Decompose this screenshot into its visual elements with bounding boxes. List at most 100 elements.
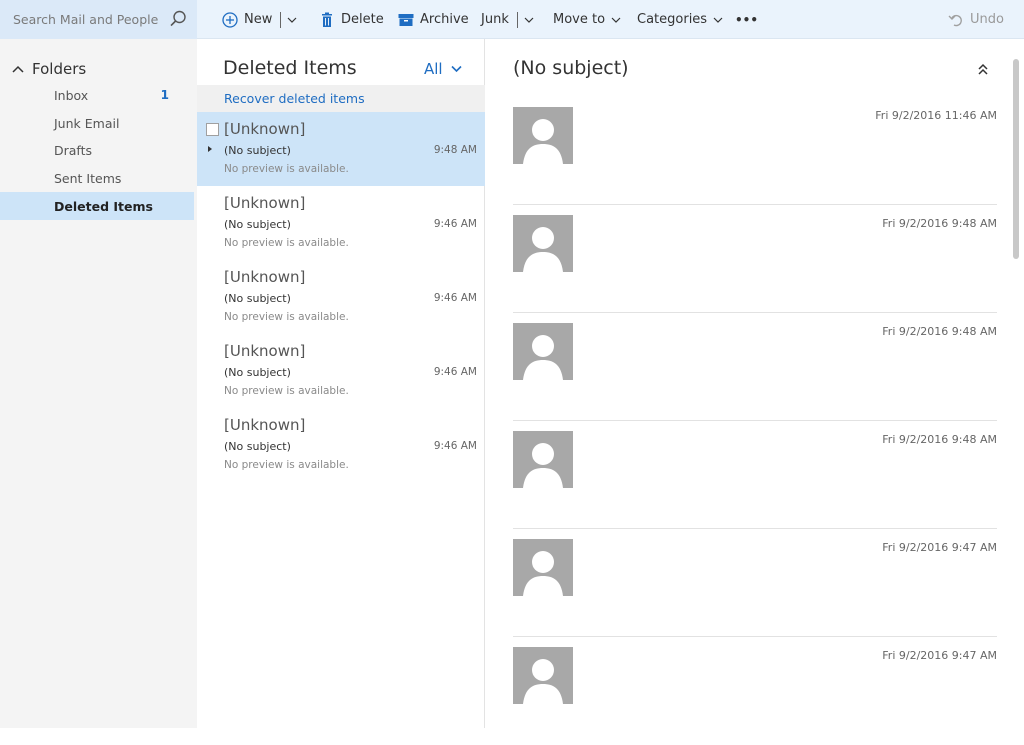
message-date: Fri 9/2/2016 9:47 AM [882,541,997,554]
message-date: Fri 9/2/2016 9:48 AM [882,325,997,338]
conversation-item[interactable]: Fri 9/2/2016 11:46 AM [513,97,997,205]
archive-button[interactable]: Archive [398,0,469,39]
move-to-label: Move to [553,12,606,27]
message-subject: (No subject) [224,440,291,453]
message-date: Fri 9/2/2016 9:48 AM [882,433,997,446]
message-item[interactable]: [Unknown] (No subject) 9:46 AM No previe… [197,186,485,260]
command-bar: Search Mail and People New Delete Archiv… [0,0,1024,39]
person-icon [523,551,563,596]
person-icon [523,227,563,272]
message-subject: (No subject) [224,218,291,231]
chevron-down-icon [451,65,462,73]
list-title: Deleted Items [223,57,357,79]
message-sender: [Unknown] [224,342,306,360]
message-date: Fri 9/2/2016 11:46 AM [875,109,997,122]
avatar [513,107,573,164]
delete-label: Delete [341,12,384,27]
recover-deleted-items-link[interactable]: Recover deleted items [197,85,485,112]
collapse-all-icon[interactable] [976,63,990,77]
sidebar-item-label: Drafts [54,142,93,158]
message-preview: No preview is available. [224,311,349,323]
message-list: Deleted Items All Recover deleted items … [197,39,485,728]
chevron-down-icon [713,17,723,23]
scrollbar[interactable] [1013,59,1019,259]
message-subject: (No subject) [224,292,291,305]
avatar [513,539,573,596]
unread-count-badge: 1 [160,88,169,102]
message-item[interactable]: [Unknown] (No subject) 9:46 AM No previe… [197,334,485,408]
message-item[interactable]: [Unknown] (No subject) 9:46 AM No previe… [197,260,485,334]
trash-icon [322,12,332,27]
sidebar-item-inbox[interactable]: Inbox 1 [0,81,194,109]
chevron-up-icon [12,65,24,73]
delete-button[interactable]: Delete [319,0,384,39]
undo-icon [948,14,962,26]
avatar [513,431,573,488]
message-time: 9:48 AM [433,144,477,156]
new-label: New [244,12,273,27]
search-icon[interactable] [169,10,187,28]
person-icon [523,443,563,488]
avatar [513,215,573,272]
message-subject: (No subject) [224,366,291,379]
message-preview: No preview is available. [224,237,349,249]
search-input[interactable]: Search Mail and People [13,12,158,27]
chevron-down-icon[interactable] [524,15,534,25]
expand-arrow-icon[interactable] [208,146,212,152]
person-icon [523,119,563,164]
sidebar-item-drafts[interactable]: Drafts [0,136,194,164]
person-icon [523,335,563,380]
message-time: 9:46 AM [433,218,477,230]
message-sender: [Unknown] [224,268,306,286]
conversation-item[interactable]: Fri 9/2/2016 9:48 AM [513,205,997,313]
folder-pane: Folders Inbox 1 Junk Email Drafts Sent I… [0,39,197,728]
sidebar-item-label: Deleted Items [54,198,153,214]
message-sender: [Unknown] [224,416,306,434]
select-checkbox[interactable] [206,123,219,136]
message-date: Fri 9/2/2016 9:47 AM [882,649,997,662]
sidebar-item-sent-items[interactable]: Sent Items [0,164,194,192]
message-preview: No preview is available. [224,385,349,397]
chevron-down-icon [611,17,621,23]
avatar [513,647,573,704]
categories-button[interactable]: Categories [637,0,723,39]
sidebar-item-label: Sent Items [54,170,122,186]
separator [280,11,282,28]
filter-label: All [424,60,443,78]
junk-button[interactable]: Junk [481,0,534,39]
conversation-subject: (No subject) [513,57,629,79]
undo-label: Undo [970,12,1004,27]
sidebar-item-deleted-items[interactable]: Deleted Items [0,192,194,220]
message-item[interactable]: [Unknown] (No subject) 9:48 AM No previe… [197,112,485,186]
conversation-item[interactable]: Fri 9/2/2016 9:48 AM [513,313,997,421]
conversation-item[interactable]: Fri 9/2/2016 9:48 AM [513,421,997,529]
message-time: 9:46 AM [433,440,477,452]
conversation-item[interactable]: Fri 9/2/2016 9:47 AM [513,637,997,745]
chevron-down-icon[interactable] [287,15,297,25]
folders-header-label: Folders [32,60,87,78]
message-preview: No preview is available. [224,459,349,471]
message-time: 9:46 AM [433,292,477,304]
sidebar-item-label: Junk Email [54,115,120,131]
message-time: 9:46 AM [433,366,477,378]
archive-label: Archive [420,12,469,27]
junk-label: Junk [481,12,509,27]
new-button[interactable]: New [222,0,297,39]
message-subject: (No subject) [224,144,291,157]
undo-button[interactable]: Undo [948,0,1004,39]
categories-label: Categories [637,12,708,27]
separator [516,11,518,28]
message-preview: No preview is available. [224,163,349,175]
message-date: Fri 9/2/2016 9:48 AM [882,217,997,230]
move-to-button[interactable]: Move to [553,0,621,39]
conversation-item[interactable]: Fri 9/2/2016 9:47 AM [513,529,997,637]
message-item[interactable]: [Unknown] (No subject) 9:46 AM No previe… [197,408,485,482]
sidebar-item-junk-email[interactable]: Junk Email [0,109,194,137]
plus-circle-icon [222,11,238,28]
folders-header[interactable]: Folders [12,59,86,79]
message-sender: [Unknown] [224,120,306,138]
search-box[interactable]: Search Mail and People [0,0,197,39]
more-actions-button[interactable]: ••• [735,0,758,39]
reading-pane: (No subject) Fri 9/2/2016 11:46 AM Fri 9… [486,39,1024,728]
filter-dropdown[interactable]: All [424,60,462,78]
